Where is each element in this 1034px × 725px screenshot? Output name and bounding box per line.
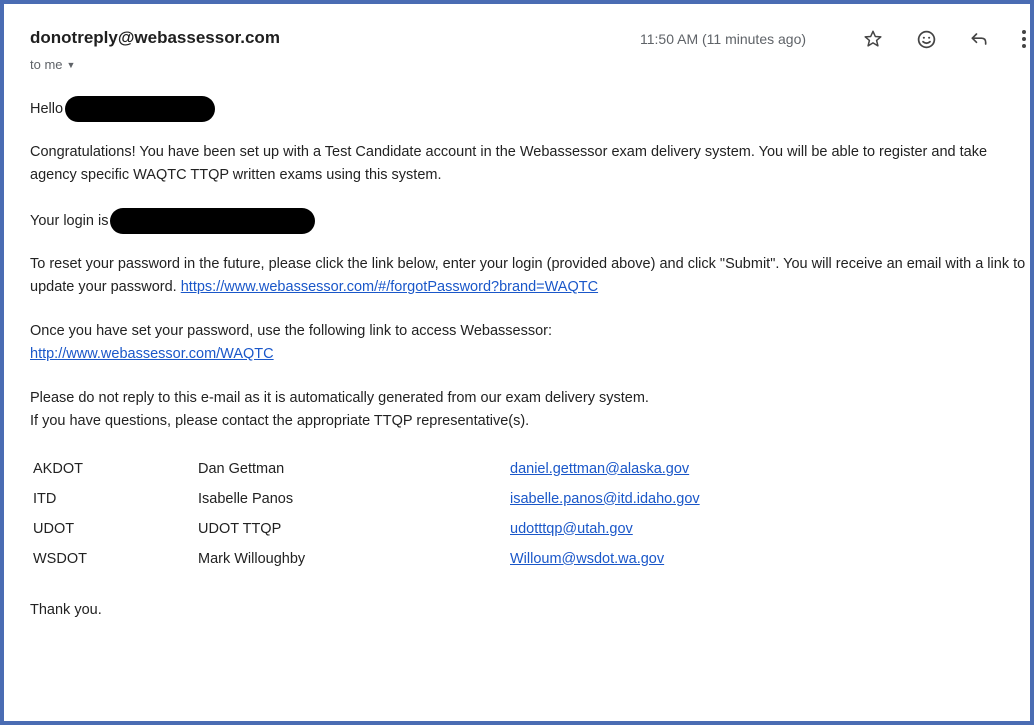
contact-agency: UDOT — [33, 520, 75, 537]
redacted-login — [110, 208, 316, 234]
table-row: AKDOT Dan Gettman daniel.gettman@alaska.… — [30, 454, 700, 484]
email-body: Hello Congratulations! You have been set… — [30, 96, 1030, 622]
contact-name: Mark Willoughby — [198, 550, 306, 567]
contact-agency: ITD — [33, 490, 57, 507]
recipient-label: to me — [30, 57, 63, 72]
email-frame: donotreply@webassessor.com to me ▼ 11:50… — [0, 0, 1034, 725]
reset-paragraph: To reset your password in the future, pl… — [30, 253, 1030, 299]
contact-name: Isabelle Panos — [198, 490, 294, 507]
table-row: UDOT UDOT TTQP udotttqp@utah.gov — [30, 514, 700, 544]
access-text: Once you have set your password, use the… — [30, 323, 552, 339]
noreply-line-1: Please do not reply to this e-mail as it… — [30, 390, 649, 406]
contact-agency: WSDOT — [33, 550, 87, 567]
login-label: Your login is — [30, 212, 109, 229]
access-link[interactable]: http://www.webassessor.com/WAQTC — [30, 346, 274, 362]
contact-agency: AKDOT — [33, 460, 83, 477]
more-vert-icon[interactable] — [1014, 26, 1030, 52]
email-timestamp: 11:50 AM (11 minutes ago) — [640, 31, 807, 47]
redacted-name — [65, 96, 216, 122]
access-paragraph: Once you have set your password, use the… — [30, 320, 1030, 366]
contact-email-link[interactable]: Willoum@wsdot.wa.gov — [510, 551, 664, 567]
noreply-paragraph: Please do not reply to this e-mail as it… — [30, 387, 1030, 433]
table-row: ITD Isabelle Panos isabelle.panos@itd.id… — [30, 484, 700, 514]
reset-password-link[interactable]: https://www.webassessor.com/#/forgotPass… — [181, 279, 598, 295]
noreply-line-2: If you have questions, please contact th… — [30, 413, 530, 429]
contact-email-link[interactable]: isabelle.panos@itd.idaho.gov — [510, 491, 700, 507]
sender-address[interactable]: donotreply@webassessor.com — [30, 28, 280, 48]
recipient-toggle[interactable]: to me ▼ — [30, 57, 75, 72]
contact-name: Dan Gettman — [198, 460, 285, 477]
caret-down-icon[interactable]: ▼ — [67, 60, 76, 70]
table-row: WSDOT Mark Willoughby Willoum@wsdot.wa.g… — [30, 544, 700, 574]
star-icon[interactable] — [860, 26, 886, 52]
login-line: Your login is — [30, 208, 1030, 234]
contact-email-link[interactable]: daniel.gettman@alaska.gov — [510, 461, 689, 477]
emoji-icon[interactable] — [913, 26, 939, 52]
congrats-paragraph: Congratulations! You have been set up wi… — [30, 144, 988, 183]
closing-line: Thank you. — [30, 602, 102, 618]
greeting-text: Hello — [30, 100, 64, 117]
greeting-line: Hello — [30, 96, 1030, 122]
reply-icon[interactable] — [966, 26, 992, 52]
contact-email-link[interactable]: udotttqp@utah.gov — [510, 521, 633, 537]
contacts-table: AKDOT Dan Gettman daniel.gettman@alaska.… — [30, 454, 700, 574]
contact-name: UDOT TTQP — [198, 520, 282, 537]
